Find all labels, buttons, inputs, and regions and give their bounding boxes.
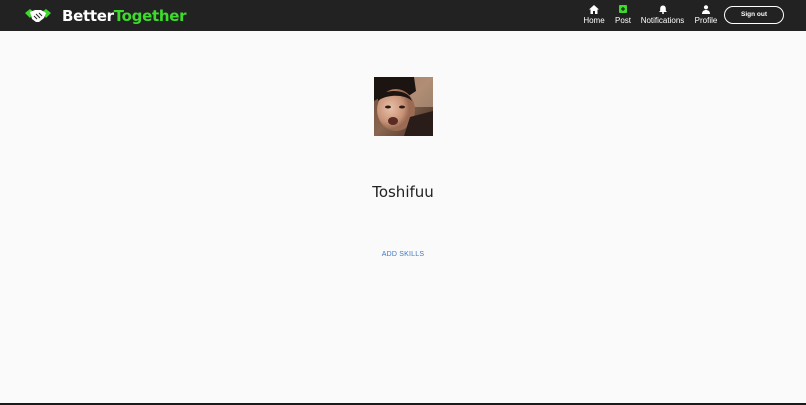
- bell-icon: [658, 5, 667, 14]
- home-icon: [589, 5, 599, 14]
- nav-item-home[interactable]: Home: [583, 5, 605, 27]
- brand-name: BetterTogether: [62, 6, 187, 25]
- add-skills-button[interactable]: ADD SKILLS: [378, 249, 428, 261]
- sign-out-button[interactable]: Sign out: [724, 6, 784, 24]
- nav-label-profile: Profile: [694, 16, 718, 25]
- user-icon: [702, 5, 710, 14]
- handshake-icon: [25, 9, 51, 22]
- plus-square-icon: [619, 5, 627, 13]
- avatar: [374, 77, 433, 136]
- nav-label-home: Home: [583, 16, 605, 25]
- top-navbar: BetterTogether Home Post Notifications P…: [0, 0, 806, 31]
- profile-username: Toshifuu: [372, 183, 434, 201]
- brand-name-together: Together: [113, 6, 187, 25]
- nav-item-notifications[interactable]: Notifications: [640, 5, 685, 27]
- nav-label-notifications: Notifications: [640, 16, 685, 25]
- nav-item-post[interactable]: Post: [614, 5, 632, 27]
- nav-label-post: Post: [614, 16, 631, 25]
- brand[interactable]: BetterTogether: [24, 5, 187, 27]
- nav-item-profile[interactable]: Profile: [694, 5, 718, 27]
- brand-name-better: Better: [62, 6, 114, 25]
